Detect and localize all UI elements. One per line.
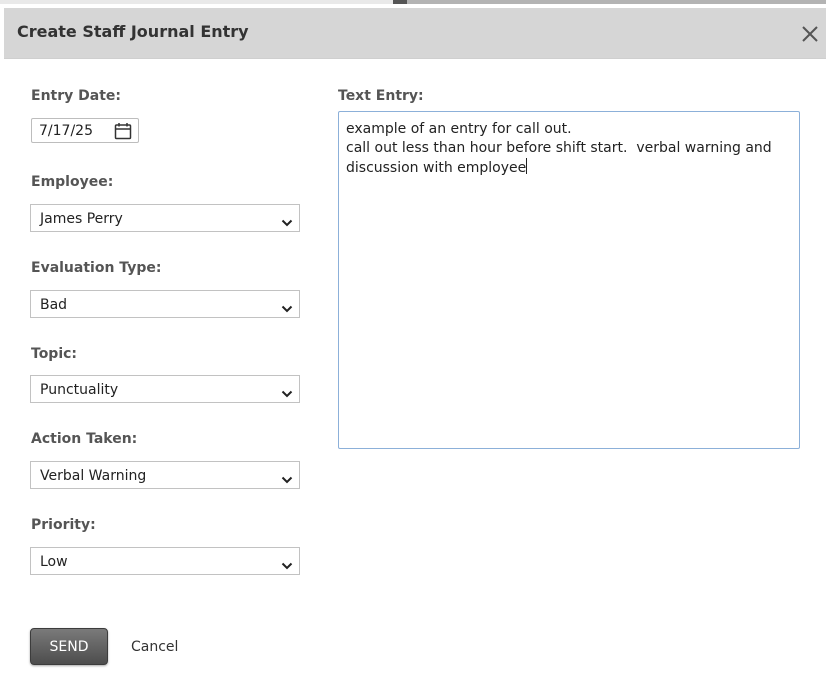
top-strip-dark [393,0,826,4]
employee-select[interactable]: James Perry [30,204,300,232]
top-strip-notch [393,0,407,4]
calendar-icon[interactable] [114,122,132,144]
topic-select[interactable]: Punctuality [30,375,300,403]
staff-journal-dialog: Create Staff Journal Entry Entry Date: 7… [4,8,826,689]
top-strip [0,0,826,4]
chevron-down-icon [281,384,293,403]
priority-label: Priority: [31,517,96,533]
topic-value: Punctuality [40,382,119,398]
text-entry-line: example of an entry for call out. [346,121,572,137]
cancel-link[interactable]: Cancel [131,639,178,655]
entry-date-value: 7/17/25 [39,123,93,139]
priority-value: Low [40,554,68,570]
text-entry-line-text: discussion with employee [346,160,527,176]
evaluation-type-label: Evaluation Type: [31,260,162,276]
chevron-down-icon [281,213,293,232]
send-button[interactable]: SEND [30,628,108,665]
dialog-titlebar: Create Staff Journal Entry [4,8,826,59]
dialog-title: Create Staff Journal Entry [17,22,249,41]
evaluation-type-value: Bad [40,297,68,313]
action-taken-value: Verbal Warning [40,468,147,484]
action-taken-select[interactable]: Verbal Warning [30,461,300,489]
chevron-down-icon [281,470,293,489]
entry-date-input[interactable]: 7/17/25 [31,118,139,143]
action-taken-label: Action Taken: [31,431,138,447]
chevron-down-icon [281,299,293,318]
priority-select[interactable]: Low [30,547,300,575]
close-icon[interactable] [800,24,820,44]
evaluation-type-select[interactable]: Bad [30,290,300,318]
employee-value: James Perry [40,211,123,227]
employee-label: Employee: [31,174,114,190]
text-caret [526,158,528,174]
text-entry-label: Text Entry: [338,88,424,104]
text-entry-textarea[interactable]: example of an entry for call out. call o… [338,111,800,449]
text-entry-line-last: discussion with employee [346,158,792,178]
text-entry-line: call out less than hour before shift sta… [346,140,772,156]
entry-date-label: Entry Date: [31,88,121,104]
topic-label: Topic: [31,346,78,362]
chevron-down-icon [281,556,293,575]
